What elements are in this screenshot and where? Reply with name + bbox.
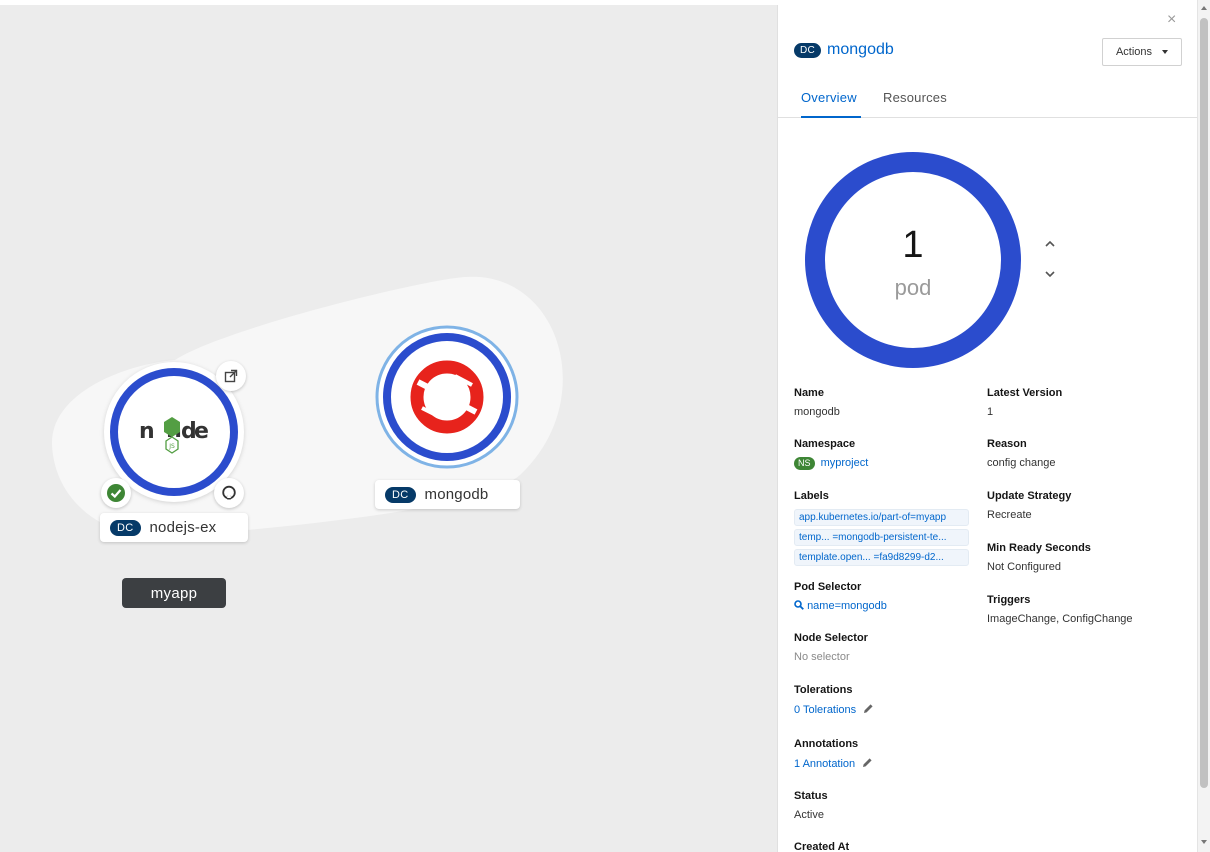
prop-label: Update Strategy: [987, 490, 1072, 502]
svg-text:e: e: [194, 419, 209, 444]
github-icon: [222, 485, 236, 500]
caret-down-icon: [1162, 50, 1169, 54]
pod-selector-link[interactable]: name=mongodb: [807, 600, 887, 612]
dc-badge: DC: [794, 42, 822, 58]
tab-overview[interactable]: Overview: [801, 90, 861, 118]
edit-source-decorator[interactable]: [214, 478, 244, 508]
prop-label: Latest Version: [987, 387, 1063, 399]
node-mongodb[interactable]: [375, 325, 519, 469]
prop-label: Name: [794, 387, 824, 399]
prop-value: Recreate: [987, 509, 1032, 521]
namespace-link[interactable]: myproject: [821, 457, 869, 469]
build-status-decorator[interactable]: [101, 478, 131, 508]
scale-down-icon[interactable]: [1044, 268, 1056, 280]
prop-label: Created At: [794, 841, 850, 852]
dc-badge: DC: [385, 486, 416, 503]
app-window: n n d e JS: [0, 0, 1210, 852]
node-label-nodejs-ex[interactable]: DC nodejs-ex: [100, 513, 248, 542]
prop-status: Status Active: [794, 790, 828, 821]
label-chip[interactable]: template.open... =fa9d8299-d2...: [794, 549, 969, 566]
prop-label: Reason: [987, 438, 1027, 450]
prop-value: 1: [987, 406, 994, 418]
ns-badge: NS: [794, 457, 815, 470]
prop-value: Not Configured: [987, 561, 1061, 573]
node-name: nodejs-ex: [149, 519, 217, 536]
prop-value: config change: [987, 457, 1056, 469]
prop-label: Tolerations: [794, 684, 853, 696]
prop-annotations: Annotations 1 Annotation: [794, 738, 873, 770]
prop-name: Name mongodb: [794, 387, 840, 418]
prop-label: Status: [794, 790, 828, 802]
prop-latest-version: Latest Version 1: [987, 387, 1062, 418]
open-url-decorator[interactable]: [216, 361, 246, 391]
label-chip[interactable]: temp... =mongodb-persistent-te...: [794, 529, 969, 546]
prop-tolerations: Tolerations 0 Tolerations: [794, 684, 874, 716]
prop-triggers: Triggers ImageChange, ConfigChange: [987, 594, 1133, 625]
prop-reason: Reason config change: [987, 438, 1056, 469]
prop-pod-selector: Pod Selector name=mongodb: [794, 581, 887, 612]
tab-resources[interactable]: Resources: [883, 90, 947, 118]
node-name: mongodb: [424, 486, 489, 503]
prop-namespace: Namespace NS myproject: [794, 438, 868, 470]
panel-title: DC mongodb: [794, 41, 894, 59]
scale-up-icon[interactable]: [1044, 238, 1056, 250]
resource-name-link[interactable]: mongodb: [827, 41, 894, 59]
prop-min-ready-seconds: Min Ready Seconds Not Configured: [987, 542, 1091, 573]
dc-badge: DC: [110, 519, 141, 536]
prop-node-selector: Node Selector No selector: [794, 632, 868, 663]
search-icon: [794, 600, 804, 610]
prop-label: Node Selector: [794, 632, 868, 644]
details-side-panel: × DC mongodb Actions Overview Resources …: [777, 5, 1197, 852]
prop-label: Pod Selector: [794, 581, 862, 593]
prop-label: Annotations: [794, 738, 859, 750]
annotations-link[interactable]: 1 Annotation: [794, 758, 855, 770]
prop-value: mongodb: [794, 406, 840, 418]
check-circle-icon: [107, 484, 125, 502]
scrollbar-thumb[interactable]: [1200, 18, 1208, 788]
panel-scrollbar[interactable]: [1197, 0, 1210, 852]
pod-unit: pod: [894, 275, 932, 300]
external-link-icon: [224, 369, 238, 383]
prop-created-at: Created At: [794, 841, 849, 852]
scroll-down-arrow-icon[interactable]: [1201, 840, 1207, 844]
label-chip[interactable]: app.kubernetes.io/part-of=myapp: [794, 509, 969, 526]
actions-dropdown[interactable]: Actions: [1102, 38, 1182, 66]
pencil-icon[interactable]: [862, 757, 873, 768]
svg-text:JS: JS: [168, 443, 175, 450]
tolerations-link[interactable]: 0 Tolerations: [794, 704, 856, 716]
prop-value: ImageChange, ConfigChange: [987, 613, 1133, 625]
prop-labels: Labels app.kubernetes.io/part-of=myapp t…: [794, 490, 969, 569]
close-panel-button[interactable]: ×: [1167, 11, 1176, 29]
actions-label: Actions: [1115, 46, 1153, 58]
prop-label: Min Ready Seconds: [987, 542, 1091, 554]
panel-tabs: Overview Resources: [778, 85, 1197, 118]
node-label-mongodb[interactable]: DC mongodb: [375, 480, 520, 509]
svg-text:n: n: [139, 419, 155, 444]
application-group-label[interactable]: myapp: [122, 578, 226, 608]
prop-update-strategy: Update Strategy Recreate: [987, 490, 1071, 521]
topology-canvas[interactable]: n n d e JS: [0, 5, 777, 852]
prop-value: Active: [794, 809, 824, 821]
prop-value: No selector: [794, 651, 850, 663]
prop-label: Triggers: [987, 594, 1031, 606]
prop-label: Namespace: [794, 438, 856, 450]
topology-graph: n n d e JS: [51, 276, 563, 538]
pod-count: 1: [902, 224, 924, 266]
pencil-icon[interactable]: [863, 703, 874, 714]
prop-label: Labels: [794, 490, 829, 502]
scroll-up-arrow-icon[interactable]: [1201, 6, 1207, 10]
